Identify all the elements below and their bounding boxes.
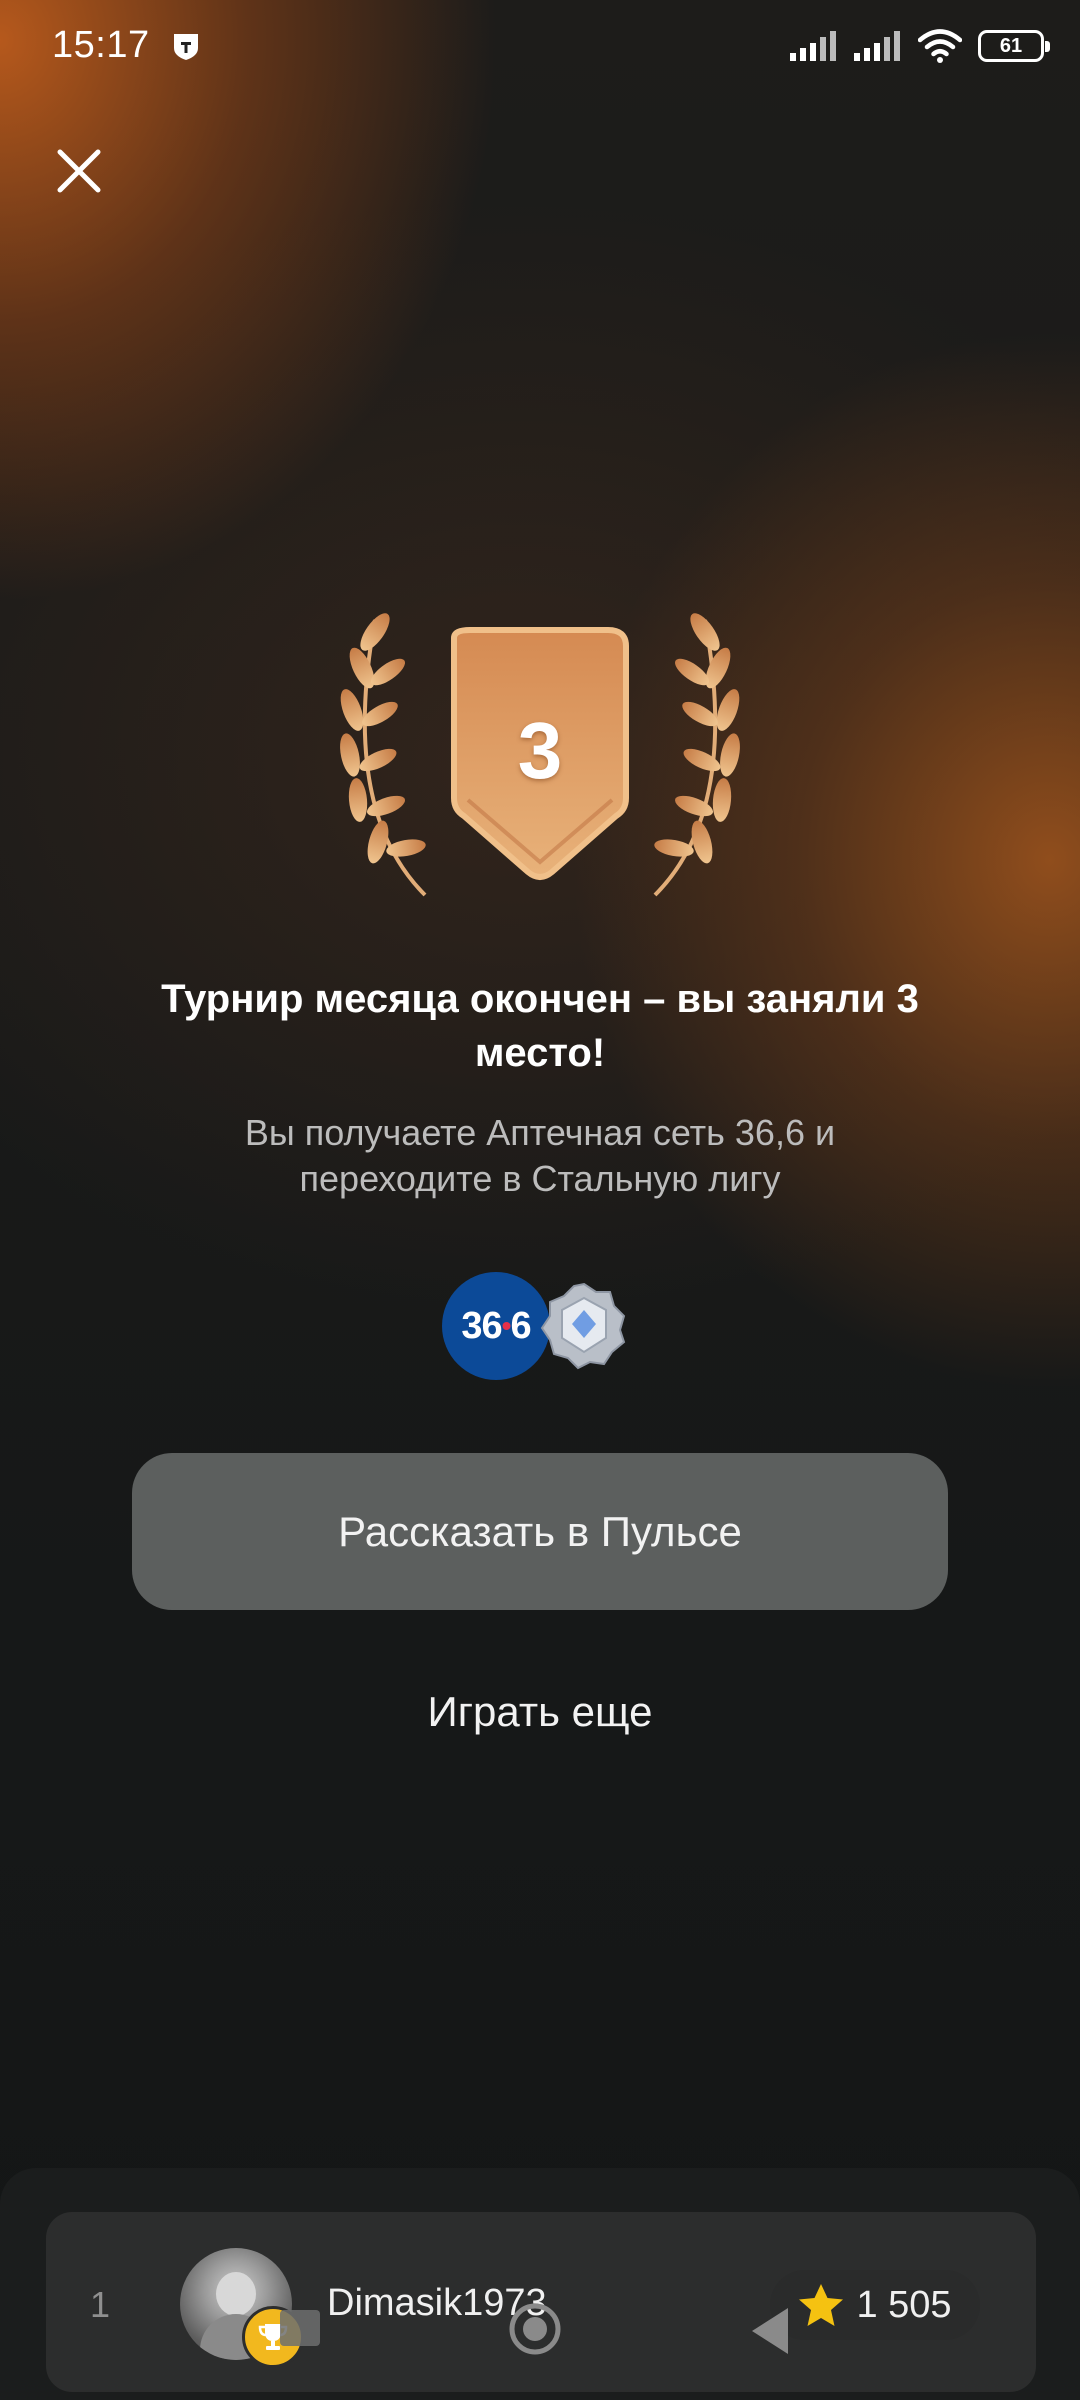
place-number: 3 bbox=[517, 706, 563, 795]
result-subtitle: Вы получаете Аптечная сеть 36,6 и перехо… bbox=[244, 1112, 836, 1199]
notification-shield-icon bbox=[174, 34, 198, 60]
score-value: 1 505 bbox=[856, 2283, 952, 2326]
nav-recents-icon[interactable] bbox=[280, 2310, 320, 2346]
score-badge: 1 505 bbox=[770, 2270, 980, 2340]
status-icons: 61 bbox=[790, 26, 1050, 66]
share-in-pulse-button[interactable]: Рассказать в Пульсе bbox=[132, 1453, 948, 1610]
signal-icon-2 bbox=[854, 31, 900, 61]
battery-icon: 61 bbox=[978, 30, 1050, 62]
star-icon bbox=[799, 2284, 844, 2326]
prize-icons: 36 • 6 bbox=[442, 1272, 626, 1384]
play-again-button[interactable]: Играть еще bbox=[0, 1688, 1080, 1736]
nav-back-icon[interactable] bbox=[750, 2306, 790, 2356]
steel-league-icon bbox=[540, 1282, 626, 1370]
status-time: 15:17 bbox=[52, 24, 150, 66]
battery-level: 61 bbox=[999, 34, 1023, 57]
player-rank: 1 bbox=[90, 2284, 111, 2325]
signal-icon bbox=[790, 31, 836, 61]
nav-home-icon[interactable] bbox=[508, 2302, 562, 2356]
status-bar: 15:17 61 bbox=[0, 0, 1080, 92]
pharmacy-logo-icon: 36 • 6 bbox=[442, 1272, 550, 1380]
close-icon[interactable] bbox=[54, 146, 104, 196]
result-title: Турнир месяца окончен – вы заняли 3 мест… bbox=[161, 977, 919, 1075]
wifi-icon bbox=[918, 29, 962, 63]
